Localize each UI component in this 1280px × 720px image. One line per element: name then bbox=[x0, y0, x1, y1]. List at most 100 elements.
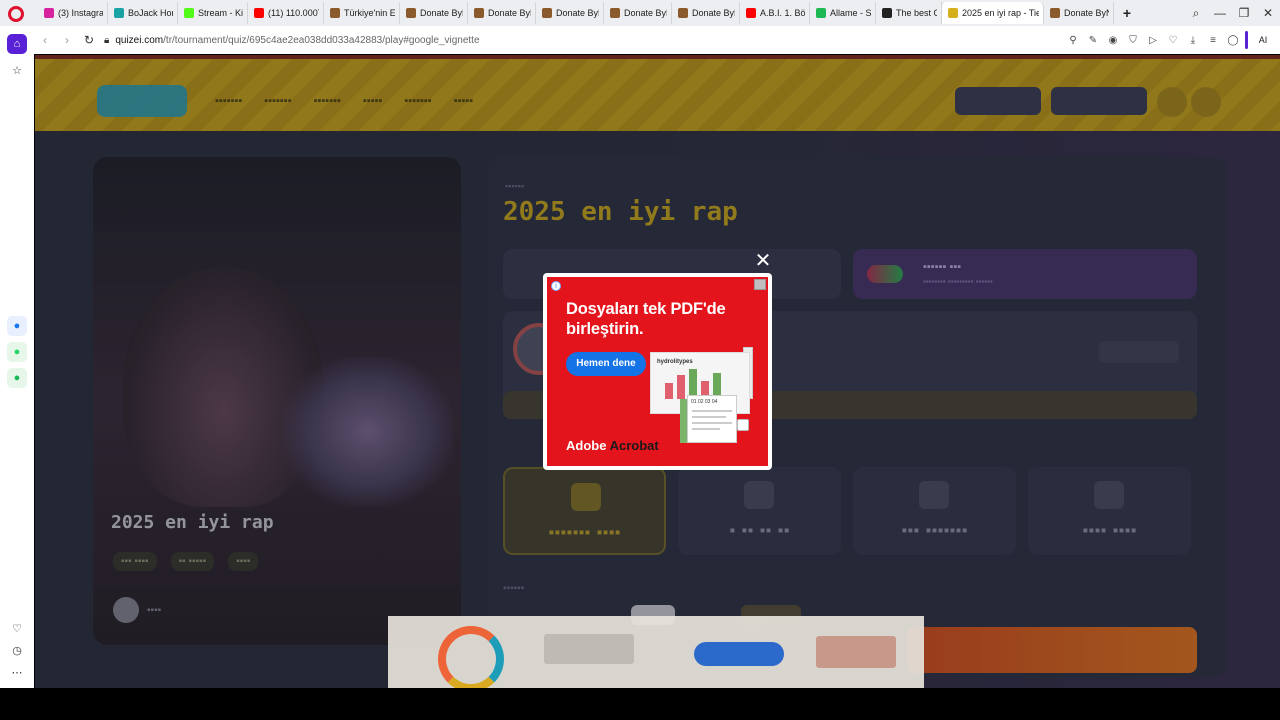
address-bar-actions: ⚲ ✎ ◉ ⛉ ▷ ♡ ⤓ ≡ ◯ AI bbox=[1065, 26, 1274, 54]
tab-favicon-icon bbox=[44, 8, 54, 18]
browser-tab[interactable]: Donate ByNo bbox=[400, 2, 468, 24]
tab-favicon-icon bbox=[816, 8, 826, 18]
ad-info-icon[interactable]: i bbox=[551, 281, 561, 291]
ai-button[interactable]: AI bbox=[1252, 35, 1274, 45]
browser-tab[interactable]: Donate ByNo bbox=[536, 2, 604, 24]
browser-tab[interactable]: Donate ByNo bbox=[672, 2, 740, 24]
tab-label: BoJack Horsem bbox=[128, 8, 173, 18]
profile-icon[interactable]: ◯ bbox=[1225, 35, 1241, 46]
tab-label: (11) 110.000TL bbox=[268, 8, 319, 18]
vignette-ad: i Dosyaları tek PDF'de birleştirin. Heme… bbox=[543, 273, 772, 470]
tab-label: Donate ByNo bbox=[624, 8, 667, 18]
tab-label: Türkiye'nin En bbox=[344, 8, 395, 18]
banner-logo bbox=[816, 636, 896, 668]
forward-button[interactable]: › bbox=[56, 33, 78, 47]
tab-favicon-icon bbox=[746, 8, 756, 18]
window-controls: ⌕ — ❐ ✕ bbox=[1184, 0, 1280, 26]
tab-favicon-icon bbox=[678, 8, 688, 18]
ad-close-button[interactable]: ✕ bbox=[752, 249, 774, 271]
new-tab-button[interactable]: + bbox=[1118, 4, 1136, 22]
tab-label: Donate ByNo bbox=[1064, 8, 1109, 18]
minimize-button[interactable]: — bbox=[1208, 6, 1232, 20]
taskbar bbox=[0, 688, 1280, 720]
home-icon[interactable]: ⌂ bbox=[7, 34, 27, 54]
url-domain: quizei.com bbox=[115, 34, 164, 46]
doc-line bbox=[692, 416, 726, 418]
tab-label: A.B.I. 1. Bölüm bbox=[760, 8, 805, 18]
messenger-icon[interactable]: ● bbox=[7, 316, 27, 336]
search-tabs-icon[interactable]: ⌕ bbox=[1184, 6, 1208, 21]
ad-headline: Dosyaları tek PDF'de birleştirin. bbox=[566, 300, 726, 338]
tab-favicon-icon bbox=[114, 8, 124, 18]
browser-tab[interactable]: 2025 en iyi rap - Tier Li bbox=[942, 2, 1044, 24]
browser-tab[interactable]: Donate ByNo bbox=[1044, 2, 1114, 24]
tab-label: Stream - Kick bbox=[198, 8, 243, 18]
tab-label: Donate ByNo bbox=[692, 8, 735, 18]
banner-button[interactable] bbox=[694, 642, 784, 666]
url-field[interactable]: quizei.com/tr/tournament/quiz/695c4ae2ea… bbox=[115, 35, 479, 46]
banner-text bbox=[544, 634, 634, 664]
download-icon[interactable]: ⤓ bbox=[1185, 35, 1201, 46]
doc-bar bbox=[677, 375, 685, 399]
tab-favicon-icon bbox=[184, 8, 194, 18]
close-window-button[interactable]: ✕ bbox=[1256, 6, 1280, 20]
tab-favicon-icon bbox=[330, 8, 340, 18]
tab-favicon-icon bbox=[474, 8, 484, 18]
tab-favicon-icon bbox=[406, 8, 416, 18]
browser-tab[interactable]: BoJack Horsem bbox=[108, 2, 178, 24]
browser-tab[interactable]: Donate ByNo bbox=[468, 2, 536, 24]
ad-choices-icon[interactable] bbox=[754, 279, 766, 290]
reload-button[interactable]: ↻ bbox=[78, 33, 100, 47]
doc-number: 01 02 03 04 bbox=[691, 399, 718, 405]
browser-tab[interactable]: (11) 110.000TL bbox=[248, 2, 324, 24]
browser-tab[interactable]: Türkiye'nin En bbox=[324, 2, 400, 24]
browser-tab[interactable]: Stream - Kick bbox=[178, 2, 248, 24]
browser-tab[interactable]: (3) Instagram bbox=[38, 2, 108, 24]
browser-sidebar: ⌂ ☆ ● ● ● ♡ ◷ ⋯ bbox=[0, 26, 34, 688]
browser-tab[interactable]: A.B.I. 1. Bölüm bbox=[740, 2, 810, 24]
tab-label: (3) Instagram bbox=[58, 8, 103, 18]
ad-cta-button[interactable]: Hemen dene bbox=[566, 352, 646, 376]
spotify-icon[interactable]: ● bbox=[7, 368, 27, 388]
play-icon[interactable]: ▷ bbox=[1145, 35, 1161, 46]
tab-favicon-icon bbox=[542, 8, 552, 18]
opera-logo-icon[interactable] bbox=[8, 6, 24, 22]
banner-graphic bbox=[438, 626, 504, 692]
tab-favicon-icon bbox=[948, 8, 958, 18]
more-icon[interactable]: ⋯ bbox=[7, 662, 27, 682]
ad-brand: Adobe Acrobat bbox=[566, 438, 659, 453]
edit-icon[interactable]: ✎ bbox=[1085, 35, 1101, 46]
tab-label: Donate ByNo bbox=[556, 8, 599, 18]
brand-adobe: Adobe bbox=[566, 438, 607, 453]
address-bar: ‹ › ↻ 🔒︎ quizei.com/tr/tournament/quiz/6… bbox=[34, 26, 1280, 54]
ad-creative[interactable]: i Dosyaları tek PDF'de birleştirin. Heme… bbox=[547, 277, 768, 466]
back-button[interactable]: ‹ bbox=[34, 33, 56, 47]
shield-icon[interactable]: ⛉ bbox=[1125, 35, 1141, 46]
whatsapp-icon[interactable]: ● bbox=[7, 342, 27, 362]
heart-icon[interactable]: ♡ bbox=[1165, 35, 1181, 46]
doc-line bbox=[692, 410, 732, 412]
camera-icon[interactable]: ◉ bbox=[1105, 35, 1121, 46]
browser-tab[interactable]: The best Chat bbox=[876, 2, 942, 24]
zoom-icon[interactable]: ⚲ bbox=[1065, 35, 1081, 46]
browser-tab[interactable]: Allame - Sana bbox=[810, 2, 876, 24]
restore-button[interactable]: ❐ bbox=[1232, 6, 1256, 20]
tab-label: Donate ByNo bbox=[488, 8, 531, 18]
tab-label: Donate ByNo bbox=[420, 8, 463, 18]
doc-header: hydrolitypes bbox=[657, 359, 693, 365]
tab-strip: (3) Instagram BoJack Horsem Stream - Kick (… bbox=[38, 2, 1136, 24]
history-icon[interactable]: ◷ bbox=[7, 640, 27, 660]
tab-label: Allame - Sana bbox=[830, 8, 871, 18]
menu-icon[interactable]: ≡ bbox=[1205, 35, 1221, 46]
brand-acrobat: Acrobat bbox=[609, 438, 659, 453]
lock-icon[interactable]: 🔒︎ bbox=[104, 35, 109, 46]
url-path: /tr/tournament/quiz/695c4ae2ea038dd033a4… bbox=[163, 34, 480, 46]
star-icon[interactable]: ☆ bbox=[7, 60, 27, 80]
tab-label: The best Chat bbox=[896, 8, 937, 18]
browser-tab[interactable]: Donate ByNo bbox=[604, 2, 672, 24]
doc-illustration: 01 02 03 04 bbox=[687, 395, 737, 443]
heart-sidebar-icon[interactable]: ♡ bbox=[7, 618, 27, 638]
bottom-banner-ad[interactable] bbox=[388, 616, 924, 692]
tab-bar: (3) Instagram BoJack Horsem Stream - Kick (… bbox=[0, 0, 1280, 26]
tab-favicon-icon bbox=[1050, 8, 1060, 18]
